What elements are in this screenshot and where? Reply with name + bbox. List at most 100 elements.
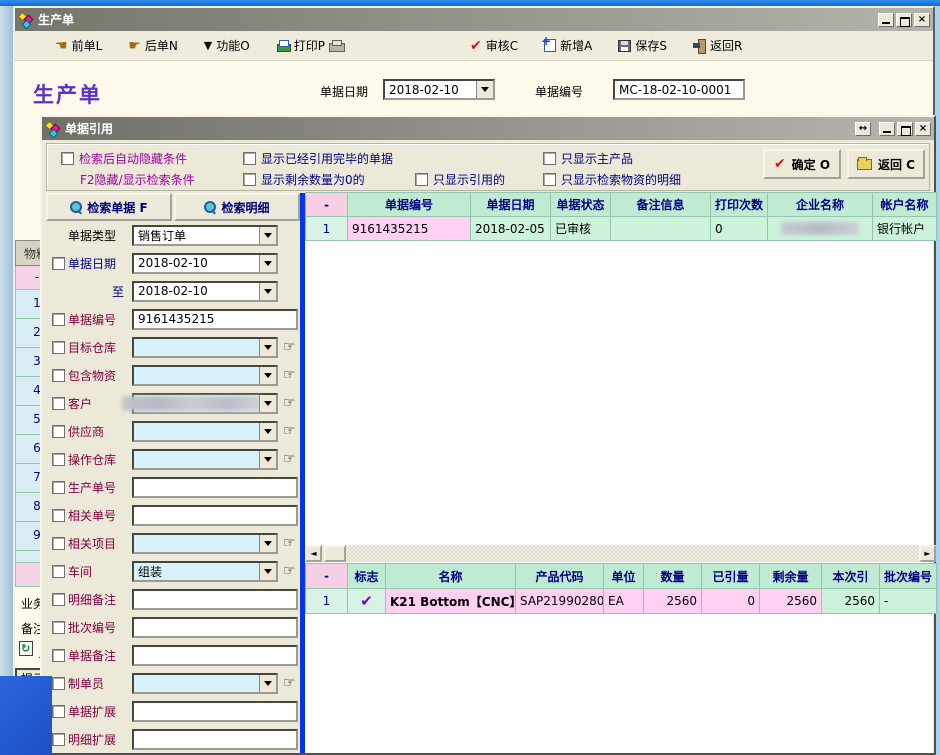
ok-button[interactable]: ✔ 确定 O	[763, 149, 841, 179]
dialog-maximize-button[interactable]	[897, 122, 913, 136]
dropdown-arrow-icon[interactable]	[259, 563, 276, 580]
detail-col-qty[interactable]: 数量	[644, 564, 702, 589]
scroll-right-icon[interactable]: ►	[919, 545, 936, 562]
prev-doc-button[interactable]: ☚ 前单L	[55, 37, 102, 54]
checkbox[interactable]	[52, 313, 65, 326]
checkbox[interactable]	[52, 453, 65, 466]
resize-button[interactable]: ↔	[855, 122, 871, 136]
detail-col-remaining[interactable]: 剩余量	[760, 564, 822, 589]
checkbox[interactable]	[243, 152, 256, 165]
main-window-titlebar[interactable]: 生产单 ×	[15, 8, 933, 31]
detail-col-unit[interactable]: 单位	[604, 564, 644, 589]
hand-pointer-icon[interactable]: ☞	[283, 423, 296, 439]
op-warehouse-combo[interactable]	[132, 449, 278, 470]
hand-pointer-icon[interactable]: ☞	[283, 367, 296, 383]
checkbox[interactable]	[52, 397, 65, 410]
detail-col-batch[interactable]: 批次编号	[880, 564, 937, 589]
close-button[interactable]: ×	[914, 13, 930, 27]
checkbox[interactable]	[52, 425, 65, 438]
print-button[interactable]: 打印P	[276, 37, 343, 54]
hand-pointer-icon[interactable]: ☞	[283, 395, 296, 411]
only-referenced-option[interactable]: 只显示引用的	[415, 171, 505, 188]
hand-pointer-icon[interactable]: ☞	[283, 339, 296, 355]
minimize-button[interactable]	[878, 13, 894, 27]
detail-ext-input[interactable]	[132, 729, 298, 750]
next-doc-button[interactable]: ☛ 后单N	[128, 37, 178, 54]
auto-hide-option[interactable]: 检索后自动隐藏条件	[61, 150, 187, 167]
doc-col-company[interactable]: 企业名称	[768, 193, 873, 217]
doc-type-combo[interactable]: 销售订单	[132, 225, 278, 246]
related-no-input[interactable]	[132, 505, 298, 526]
checkbox[interactable]	[52, 481, 65, 494]
doc-date-from-combo[interactable]: 2018-02-10	[132, 253, 278, 274]
dropdown-arrow-icon[interactable]	[259, 451, 276, 468]
doc-col-status[interactable]: 单据状态	[551, 193, 611, 217]
batch-no-input[interactable]	[132, 617, 298, 638]
function-button[interactable]: ▼ 功能O	[204, 37, 250, 54]
dialog-close-button[interactable]: ×	[915, 122, 931, 136]
show-fully-referenced-option[interactable]: 显示已经引用完毕的单据	[243, 150, 393, 167]
detail-col-product-code[interactable]: 产品代码	[516, 564, 604, 589]
show-zero-remaining-option[interactable]: 显示剩余数量为0的	[243, 171, 365, 188]
checkbox[interactable]	[61, 152, 74, 165]
detail-col-flag[interactable]: 标志	[348, 564, 386, 589]
checkbox[interactable]	[52, 677, 65, 690]
doc-col-no[interactable]: 单据编号	[348, 193, 471, 217]
hand-pointer-icon[interactable]: ☞	[283, 563, 296, 579]
production-no-input[interactable]	[132, 477, 298, 498]
supplier-combo[interactable]	[132, 421, 278, 442]
dialog-minimize-button[interactable]	[879, 122, 895, 136]
scrollbar-thumb[interactable]	[324, 545, 346, 562]
audit-button[interactable]: ✔ 审核C	[470, 37, 518, 54]
scroll-left-icon[interactable]: ◄	[305, 545, 322, 562]
dropdown-arrow-icon[interactable]	[476, 81, 493, 98]
doc-note-input[interactable]	[132, 645, 298, 666]
checkbox[interactable]	[52, 621, 65, 634]
dropdown-arrow-icon[interactable]	[259, 535, 276, 552]
detail-col-referenced[interactable]: 已引量	[702, 564, 760, 589]
checkbox[interactable]	[52, 705, 65, 718]
dialog-titlebar[interactable]: 单据引用 ↔ ×	[42, 117, 934, 140]
doc-ext-input[interactable]	[132, 701, 298, 722]
checkbox[interactable]	[52, 369, 65, 382]
search-doc-button[interactable]: 检索单据 F	[46, 193, 172, 221]
checkbox[interactable]	[52, 649, 65, 662]
only-searched-detail-option[interactable]: 只显示检索物资的明细	[543, 171, 681, 188]
checkbox[interactable]	[52, 509, 65, 522]
dropdown-arrow-icon[interactable]	[259, 675, 276, 692]
target-warehouse-combo[interactable]	[132, 337, 278, 358]
include-material-combo[interactable]	[132, 365, 278, 386]
dropdown-arrow-icon[interactable]	[259, 227, 276, 244]
dropdown-arrow-icon[interactable]	[259, 255, 276, 272]
doc-col-note[interactable]: 备注信息	[611, 193, 711, 217]
save-button[interactable]: 保存S	[618, 37, 667, 54]
checkbox[interactable]	[52, 593, 65, 606]
doc-no-search-input[interactable]: 9161435215	[132, 309, 298, 330]
hand-pointer-icon[interactable]: ☞	[283, 675, 296, 691]
dropdown-arrow-icon[interactable]	[259, 339, 276, 356]
detail-col-this-ref[interactable]: 本次引	[822, 564, 880, 589]
checkbox[interactable]	[415, 173, 428, 186]
doc-col-print-count[interactable]: 打印次数	[711, 193, 768, 217]
hand-pointer-icon[interactable]: ☞	[283, 535, 296, 551]
doc-no-input[interactable]: MC-18-02-10-0001	[613, 79, 745, 100]
checkbox[interactable]	[52, 565, 65, 578]
detail-col-name[interactable]: 名称	[386, 564, 516, 589]
search-detail-button[interactable]: 检索明细	[174, 193, 300, 221]
detail-table-row[interactable]: 1 ✔ K21 Bottom【CNC】 SAP21990280B EA 2560…	[306, 589, 937, 614]
checkbox[interactable]	[543, 152, 556, 165]
horizontal-scrollbar[interactable]: ◄ ►	[305, 545, 936, 562]
checkbox[interactable]	[52, 257, 65, 270]
doc-date-combo[interactable]: 2018-02-10	[383, 79, 495, 100]
detail-col-index[interactable]: -	[306, 564, 348, 589]
doc-date-to-combo[interactable]: 2018-02-10	[132, 281, 278, 302]
hand-pointer-icon[interactable]: ☞	[283, 451, 296, 467]
dropdown-arrow-icon[interactable]	[259, 367, 276, 384]
new-button[interactable]: 新增A	[544, 37, 592, 54]
checkbox[interactable]	[52, 537, 65, 550]
related-project-combo[interactable]	[132, 533, 278, 554]
checkbox[interactable]	[243, 173, 256, 186]
checkbox[interactable]	[52, 341, 65, 354]
creator-combo[interactable]	[132, 673, 278, 694]
detail-note-input[interactable]	[132, 589, 298, 610]
